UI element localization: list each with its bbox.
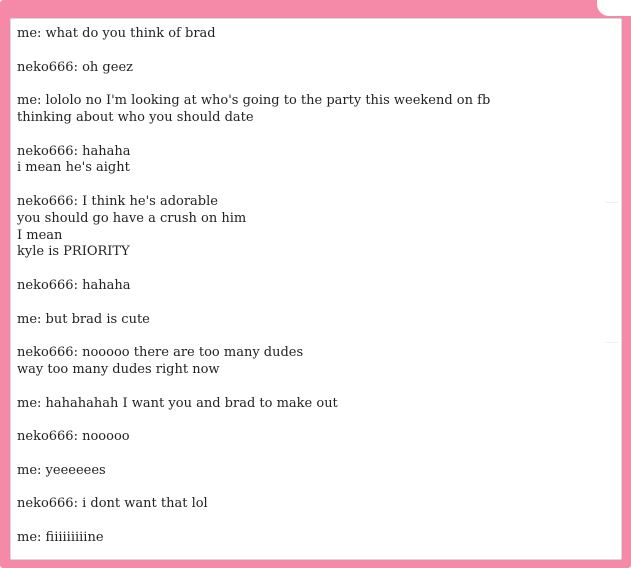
chat-message: me: but brad is cute: [17, 312, 611, 329]
chat-message-line: i mean he's aight: [17, 160, 130, 176]
chat-message-line: me: what do you think of brad: [17, 26, 216, 41]
chat-message: me: hahahahah I want you and brad to mak…: [17, 396, 611, 413]
chat-message-line: I mean: [17, 227, 63, 243]
chat-message: neko666: hahaha: [17, 278, 611, 295]
chat-message-line: thinking about who you should date: [17, 109, 254, 125]
chat-message-line: kyle is PRIORITY: [17, 244, 130, 260]
chat-message: me: what do you think of brad: [17, 26, 611, 43]
chat-transcript: me: what do you think of brad neko666: oh…: [17, 26, 611, 564]
chat-message-line: me: but brad is cute: [17, 311, 150, 327]
chat-message-line: way too many dudes right now: [17, 361, 220, 377]
chat-message-line: neko666: I think he's adorable: [17, 193, 218, 209]
chat-message: me: fiiiiiiiiine: [17, 530, 611, 547]
chat-message-line: neko666: i dont want that lol: [17, 496, 208, 512]
chat-message-line: neko666: oh geez: [17, 59, 133, 75]
divider: [606, 202, 618, 203]
chat-message-line: neko666: hahaha: [17, 277, 131, 293]
chat-message-line: me: fiiiiiiiiine: [17, 529, 104, 545]
frame-corner-notch: [597, 0, 631, 16]
chat-message: me: lololo no I'm looking at who's going…: [17, 93, 611, 127]
chat-message: me: yeeeeees: [17, 463, 611, 480]
chat-message-line: neko666: nooooo there are too many dudes: [17, 345, 304, 361]
chat-message-line: you should go have a crush on him: [17, 210, 247, 226]
divider: [606, 342, 618, 343]
chat-message: neko666: nooooo there are too many dudes…: [17, 345, 611, 379]
chat-message-line: me: hahahahah I want you and brad to mak…: [17, 395, 338, 411]
window-frame: me: what do you think of brad neko666: oh…: [0, 0, 631, 568]
chat-message: neko666: nooooo: [17, 429, 611, 446]
chat-message-line: me: lololo no I'm looking at who's going…: [17, 93, 491, 109]
chat-message-line: neko666: hahaha: [17, 143, 131, 159]
chat-transcript-panel: me: what do you think of brad neko666: oh…: [10, 18, 622, 560]
chat-message-line: neko666: nooooo: [17, 429, 130, 445]
chat-message: neko666: oh geez: [17, 60, 611, 77]
chat-message: neko666: hahaha i mean he's aight: [17, 144, 611, 178]
chat-message: neko666: i dont want that lol: [17, 496, 611, 513]
chat-message-line: me: yeeeeees: [17, 462, 106, 478]
chat-message: neko666: I think he's adorable you should…: [17, 194, 611, 261]
